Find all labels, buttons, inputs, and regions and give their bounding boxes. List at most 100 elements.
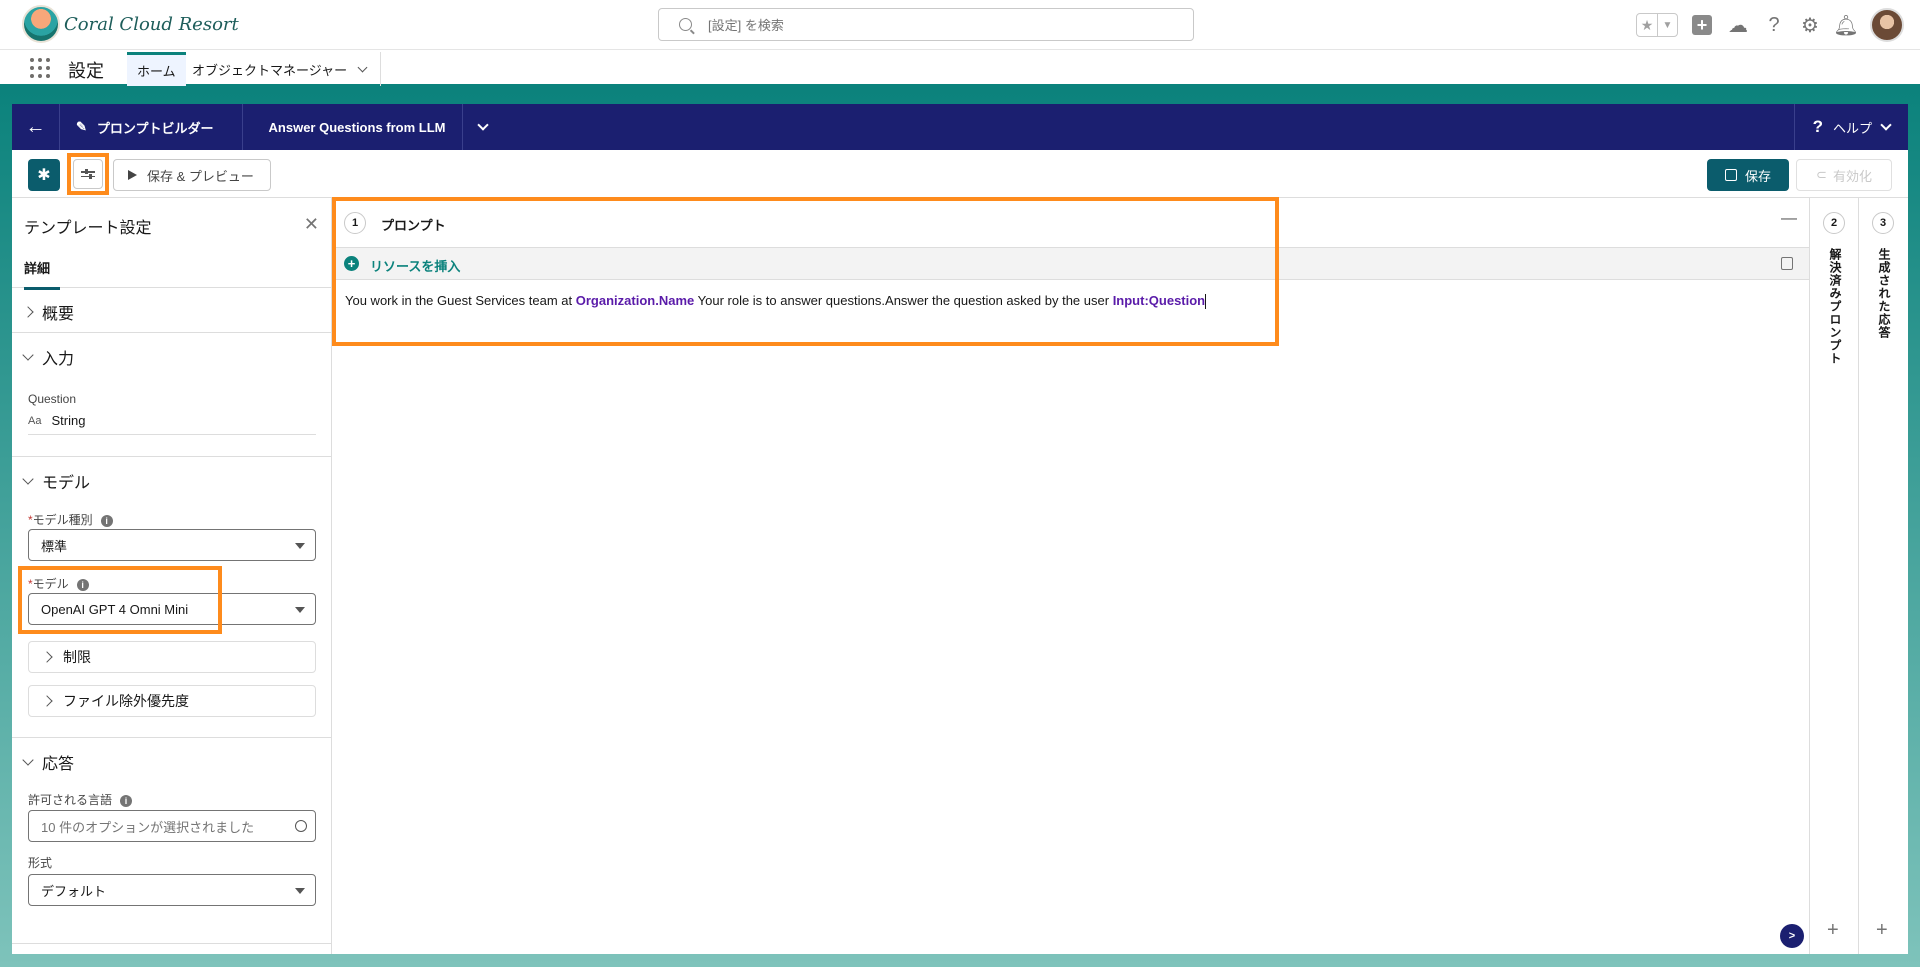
- resolved-prompt-label: 解決済みプロンプト: [1828, 248, 1842, 365]
- app-launcher-icon[interactable]: [30, 58, 50, 78]
- star-icon[interactable]: ★: [1637, 14, 1657, 36]
- file-exclusion-accordion[interactable]: ファイル除外優先度: [28, 685, 316, 717]
- favorites-button[interactable]: ★ ▼: [1636, 13, 1678, 37]
- chevron-right-icon: [22, 306, 34, 318]
- languages-label: 許可される言語 i: [28, 791, 133, 808]
- user-avatar[interactable]: [1870, 8, 1904, 42]
- format-value: デフォルト: [41, 883, 107, 899]
- trailhead-icon[interactable]: ☁: [1726, 13, 1750, 37]
- minimize-icon[interactable]: —: [1781, 210, 1797, 228]
- template-settings-panel: テンプレート設定 ✕ 詳細 概要 入力 Question Aa String モ…: [12, 198, 332, 954]
- panel-title: テンプレート設定: [24, 220, 152, 237]
- template-settings-toggle-highlight: [67, 153, 109, 195]
- save-button[interactable]: 保存: [1707, 159, 1789, 191]
- generated-response-rail[interactable]: 3 生成された応答 +: [1858, 198, 1908, 954]
- section-model-label: モデル: [42, 475, 91, 492]
- chevron-right-icon: [41, 651, 53, 663]
- help-icon[interactable]: ?: [1762, 13, 1786, 37]
- global-actions-button[interactable]: +: [1690, 13, 1714, 37]
- agent-assistant-icon[interactable]: >: [1780, 924, 1804, 948]
- dropdown-caret-icon: [295, 888, 305, 894]
- brand-logo[interactable]: Coral Cloud Resort: [22, 5, 239, 43]
- builder-app-title: ✎ プロンプトビルダー: [60, 104, 243, 150]
- prompt-highlight: [332, 197, 1279, 346]
- resolved-prompt-rail[interactable]: 2 解決済みプロンプト +: [1809, 198, 1859, 954]
- close-icon[interactable]: ✕: [304, 214, 319, 235]
- plus-icon: +: [1692, 15, 1712, 35]
- text-type-icon: Aa: [28, 414, 42, 427]
- setup-gear-icon[interactable]: ⚙: [1798, 13, 1822, 37]
- languages-combobox[interactable]: 10 件のオプションが選択されました: [28, 810, 316, 842]
- format-select[interactable]: デフォルト: [28, 874, 316, 906]
- chevron-down-icon: [22, 349, 34, 361]
- favorites-dropdown-icon[interactable]: ▼: [1657, 14, 1677, 36]
- model-type-label: *モデル種別 i: [28, 511, 113, 528]
- section-response: 応答 許可される言語 i 10 件のオプションが選択されました 形式 デフォルト: [12, 738, 332, 944]
- expand-plus-icon[interactable]: +: [1876, 919, 1888, 942]
- input-field-label: Question: [28, 392, 77, 406]
- app-name: 設定: [68, 61, 104, 81]
- section-inputs-toggle[interactable]: 入力: [22, 345, 75, 369]
- template-menu-button[interactable]: [463, 104, 503, 150]
- model-field-highlight: [18, 566, 222, 634]
- tab-object-manager-label: オブジェクトマネージャー: [192, 62, 348, 78]
- global-search-input[interactable]: [設定] を検索: [658, 8, 1194, 41]
- section-inputs: 入力 Question Aa String: [12, 333, 332, 457]
- help-label: ヘルプ: [1832, 120, 1872, 136]
- input-field-type[interactable]: Aa String: [28, 407, 316, 435]
- back-arrow-icon[interactable]: ←: [12, 104, 60, 150]
- builder-header: ← ✎ プロンプトビルダー Answer Questions from LLM …: [12, 104, 1908, 150]
- section-inputs-label: 入力: [42, 351, 75, 368]
- save-disk-icon: [1724, 169, 1737, 181]
- chevron-down-icon: [1880, 119, 1892, 131]
- help-menu-button[interactable]: ? ヘルプ: [1793, 104, 1908, 150]
- section-overview-toggle[interactable]: 概要: [22, 300, 75, 324]
- section-response-label: 応答: [42, 756, 75, 773]
- format-label: 形式: [28, 856, 53, 870]
- info-icon[interactable]: i: [120, 794, 133, 807]
- dropdown-caret-icon: [295, 607, 305, 613]
- template-settings-toggle-button[interactable]: [73, 159, 103, 189]
- gear-icon: ✱: [37, 167, 51, 184]
- section-model-toggle[interactable]: モデル: [22, 469, 91, 493]
- chevron-down-icon: [22, 473, 34, 485]
- tab-home[interactable]: ホーム: [127, 52, 186, 86]
- logo-icon: [22, 5, 60, 43]
- question-icon: ?: [1812, 117, 1823, 136]
- template-name: Answer Questions from LLM: [243, 104, 463, 150]
- global-header: Coral Cloud Resort [設定] を検索 ★ ▼ + ☁ ? ⚙ …: [0, 0, 1920, 50]
- prompt-builder-icon: ✎: [76, 119, 87, 134]
- tab-details-label: 詳細: [24, 258, 60, 290]
- search-placeholder: [設定] を検索: [708, 18, 784, 33]
- input-field-type-label: String: [51, 413, 86, 428]
- limits-label: 制限: [63, 649, 91, 665]
- expand-plus-icon[interactable]: +: [1827, 919, 1839, 942]
- dropdown-caret-icon: [295, 543, 305, 549]
- copy-icon[interactable]: [1781, 257, 1793, 270]
- section-overview-label: 概要: [42, 306, 75, 323]
- settings-gear-button[interactable]: ✱: [28, 159, 60, 191]
- info-icon[interactable]: i: [100, 514, 113, 527]
- activate-icon: ⊂: [1816, 167, 1827, 182]
- notifications-bell-icon[interactable]: 🔔︎: [1833, 13, 1858, 37]
- chevron-down-icon: [476, 119, 489, 131]
- languages-value: 10 件のオプションが選択されました: [41, 819, 255, 835]
- search-icon: [295, 820, 307, 832]
- tab-details[interactable]: 詳細: [12, 248, 332, 290]
- limits-accordion[interactable]: 制限: [28, 641, 316, 673]
- section-response-toggle[interactable]: 応答: [22, 750, 75, 774]
- model-type-select[interactable]: 標準: [28, 529, 316, 561]
- sliders-icon: [81, 169, 95, 174]
- chevron-down-icon[interactable]: [357, 62, 368, 72]
- builder-main: テンプレート設定 ✕ 詳細 概要 入力 Question Aa String モ…: [12, 197, 1908, 954]
- header-actions: ★ ▼ + ☁ ? ⚙ 🔔︎: [1636, 8, 1904, 42]
- save-preview-button[interactable]: 保存 & プレビュー: [113, 159, 271, 191]
- activate-label: 有効化: [1832, 168, 1872, 184]
- activate-button[interactable]: ⊂ 有効化: [1796, 159, 1892, 191]
- tab-home-label: ホーム: [137, 64, 176, 79]
- step-number: 2: [1823, 212, 1845, 234]
- save-preview-label: 保存 & プレビュー: [147, 168, 254, 184]
- context-bar: 設定 ホーム オブジェクトマネージャー: [0, 50, 1920, 87]
- play-icon: [128, 170, 137, 180]
- tab-object-manager[interactable]: オブジェクトマネージャー: [184, 52, 382, 86]
